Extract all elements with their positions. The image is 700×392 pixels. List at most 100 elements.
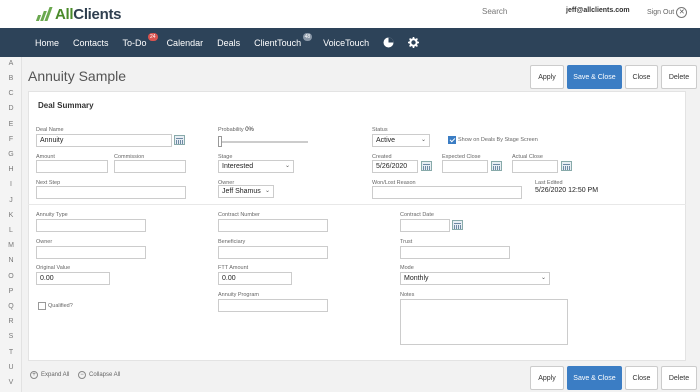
close-button[interactable]: Close xyxy=(625,65,658,89)
nav-home[interactable]: Home xyxy=(35,38,59,48)
settings-gear-icon[interactable] xyxy=(408,37,420,48)
allclients-logo[interactable]: AllClients xyxy=(35,4,122,24)
apply-button[interactable]: Apply xyxy=(530,65,564,89)
search-link[interactable]: Search xyxy=(482,7,507,16)
show-on-deals-checkbox[interactable] xyxy=(448,136,456,144)
trust-label: Trust xyxy=(400,239,413,245)
probability-value: 0% xyxy=(245,127,254,133)
delete-button-bottom[interactable]: Delete xyxy=(661,366,697,390)
trust-input[interactable] xyxy=(400,246,510,259)
status-value: Active xyxy=(376,137,396,144)
nav-todo[interactable]: To-Do 24 xyxy=(123,32,158,48)
main-nav: Home Contacts To-Do 24 Calendar Deals Cl… xyxy=(0,28,700,57)
collapse-all-label: Collapse All xyxy=(89,372,121,378)
created-input[interactable]: 5/26/2020 xyxy=(372,160,418,173)
original-value-input[interactable]: 0.00 xyxy=(36,272,110,285)
alpha-letter-s[interactable]: S xyxy=(0,333,22,340)
owner-select[interactable]: Jeff Shamus ⌄ xyxy=(218,185,274,198)
nav-contacts[interactable]: Contacts xyxy=(73,38,109,48)
page-title: Annuity Sample xyxy=(28,68,127,84)
stage-select[interactable]: Interested ⌄ xyxy=(218,160,294,173)
nav-calendar[interactable]: Calendar xyxy=(167,38,204,48)
alpha-letter-t[interactable]: T xyxy=(0,349,22,356)
apply-button-bottom[interactable]: Apply xyxy=(530,366,564,390)
contract-date-label: Contract Date xyxy=(400,212,434,218)
alpha-letter-j[interactable]: J xyxy=(0,197,22,204)
expand-all-link[interactable]: + Expand All xyxy=(30,371,69,379)
won-lost-reason-input[interactable] xyxy=(372,186,522,199)
save-close-button[interactable]: Save & Close xyxy=(567,65,622,89)
chevron-down-icon: ⌄ xyxy=(264,188,270,194)
alphabet-sidebar: A B C D E F G H I J K L M N O P Q R S T … xyxy=(0,57,22,392)
logo-text: AllClients xyxy=(55,5,122,23)
close-button-bottom[interactable]: Close xyxy=(625,366,658,390)
alpha-letter-r[interactable]: R xyxy=(0,318,22,325)
collapse-all-link[interactable]: − Collapse All xyxy=(78,371,120,379)
alpha-letter-h[interactable]: H xyxy=(0,166,22,173)
status-label: Status xyxy=(372,127,388,133)
alpha-letter-d[interactable]: D xyxy=(0,105,22,112)
annuity-program-label: Annuity Program xyxy=(218,292,259,298)
alpha-letter-m[interactable]: M xyxy=(0,242,22,249)
annuity-type-input[interactable] xyxy=(36,219,146,232)
save-close-button-bottom[interactable]: Save & Close xyxy=(567,366,622,390)
probability-slider-track[interactable] xyxy=(218,141,308,143)
stage-value: Interested xyxy=(222,163,254,170)
last-edited-label: Last Edited xyxy=(535,180,563,186)
actual-close-calendar-icon[interactable] xyxy=(561,161,572,171)
alpha-letter-k[interactable]: K xyxy=(0,212,22,219)
alpha-letter-u[interactable]: U xyxy=(0,364,22,371)
show-on-deals-label: Show on Deals By Stage Screen xyxy=(458,137,538,143)
expected-close-calendar-icon[interactable] xyxy=(491,161,502,171)
alpha-letter-n[interactable]: N xyxy=(0,257,22,264)
mode-select[interactable]: Monthly ⌄ xyxy=(400,272,550,285)
contract-number-input[interactable] xyxy=(218,219,328,232)
delete-button[interactable]: Delete xyxy=(661,65,697,89)
contract-date-input[interactable] xyxy=(400,219,450,232)
alpha-letter-b[interactable]: B xyxy=(0,75,22,82)
nav-voicetouch[interactable]: VoiceTouch xyxy=(323,38,369,48)
ftt-amount-input[interactable]: 0.00 xyxy=(218,272,292,285)
section-title[interactable]: Deal Summary xyxy=(38,101,94,110)
original-value-label: Original Value xyxy=(36,265,71,271)
beneficiary-input[interactable] xyxy=(218,246,328,259)
probability-slider-handle[interactable] xyxy=(218,136,222,147)
actual-close-input[interactable] xyxy=(512,160,558,173)
alpha-letter-l[interactable]: L xyxy=(0,227,22,234)
alpha-letter-v[interactable]: V xyxy=(0,379,22,386)
owner2-input[interactable] xyxy=(36,246,146,259)
chevron-down-icon: ⌄ xyxy=(540,275,546,281)
alpha-letter-o[interactable]: O xyxy=(0,273,22,280)
nav-clienttouch[interactable]: ClientTouch 48 xyxy=(254,32,313,48)
alpha-letter-c[interactable]: C xyxy=(0,90,22,97)
close-circle-icon: ✕ xyxy=(676,7,688,18)
nav-clienttouch-label: ClientTouch xyxy=(254,37,302,48)
alpha-letter-f[interactable]: F xyxy=(0,136,22,143)
last-edited-value: 5/26/2020 12:50 PM xyxy=(535,187,599,194)
chevron-down-icon: ⌄ xyxy=(284,163,290,169)
minus-circle-icon: − xyxy=(78,371,86,379)
probability-label-text: Probability xyxy=(218,127,244,133)
deal-name-picker-icon[interactable] xyxy=(174,135,185,145)
status-select[interactable]: Active ⌄ xyxy=(372,134,430,147)
qualified-checkbox[interactable] xyxy=(38,302,46,310)
alpha-letter-q[interactable]: Q xyxy=(0,303,22,310)
alpha-letter-e[interactable]: E xyxy=(0,121,22,128)
nav-deals[interactable]: Deals xyxy=(217,38,240,48)
contract-date-calendar-icon[interactable] xyxy=(452,220,463,230)
commission-input[interactable] xyxy=(114,160,186,173)
next-step-input[interactable] xyxy=(36,186,186,199)
expected-close-input[interactable] xyxy=(442,160,488,173)
notes-textarea[interactable] xyxy=(400,299,568,345)
alpha-letter-p[interactable]: P xyxy=(0,288,22,295)
sign-out-link[interactable]: Sign Out ✕ xyxy=(647,7,688,18)
alpha-letter-g[interactable]: G xyxy=(0,151,22,158)
user-email[interactable]: jeff@allclients.com xyxy=(566,7,630,14)
alpha-letter-i[interactable]: I xyxy=(0,181,22,188)
deal-name-input[interactable]: Annuity xyxy=(36,134,172,147)
created-calendar-icon[interactable] xyxy=(421,161,432,171)
alpha-letter-a[interactable]: A xyxy=(0,60,22,67)
annuity-program-input[interactable] xyxy=(218,299,328,312)
reports-pie-icon[interactable] xyxy=(383,37,394,48)
amount-input[interactable] xyxy=(36,160,108,173)
